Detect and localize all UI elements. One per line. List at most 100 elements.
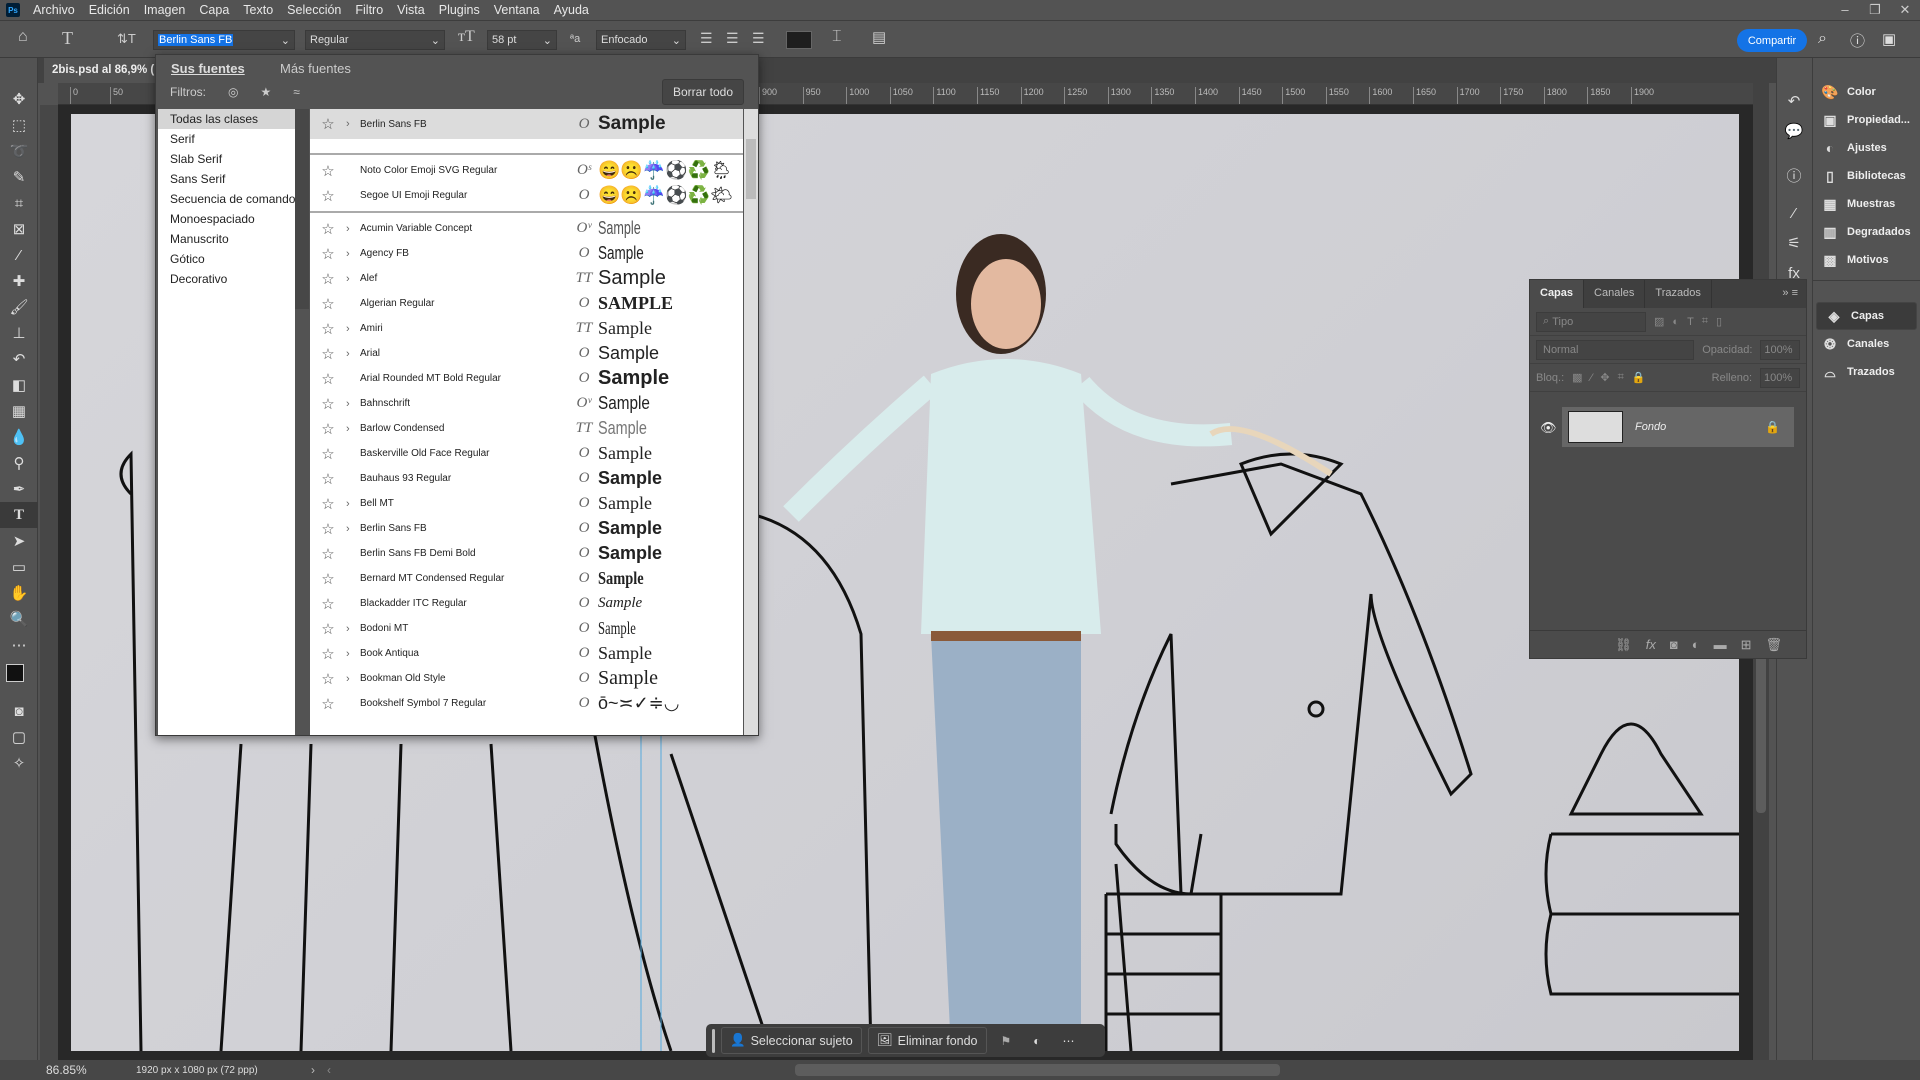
font-class-item[interactable]: Manuscrito	[158, 229, 295, 249]
font-class-item[interactable]: Todas las clases	[158, 109, 295, 129]
menu-ayuda[interactable]: Ayuda	[547, 3, 596, 17]
character-panel-icon[interactable]: ▤	[872, 28, 886, 46]
font-class-item[interactable]: Secuencia de comandos	[158, 189, 295, 209]
menu-imagen[interactable]: Imagen	[137, 3, 193, 17]
new-layer-icon[interactable]: ⊞	[1741, 637, 1752, 653]
favorite-star-icon[interactable]: ☆	[310, 595, 346, 613]
font-list-item[interactable]: ☆ › Bahnschrift Oᵛ Sample	[310, 391, 743, 416]
eraser-icon[interactable]: ◧	[0, 372, 38, 398]
favorite-star-icon[interactable]: ☆	[310, 420, 346, 438]
link-layers-icon[interactable]: ⛓	[1615, 637, 1632, 653]
share-button[interactable]: Compartir	[1737, 29, 1807, 52]
generative-icon[interactable]: ✧	[0, 750, 38, 776]
info-icon[interactable]: ⓘ	[1777, 160, 1811, 190]
font-list-item[interactable]: ☆ Bauhaus 93 Regular O Sample	[310, 466, 743, 491]
font-class-item[interactable]: Decorativo	[158, 269, 295, 289]
font-size-field[interactable]: 58 pt ⌄	[487, 30, 557, 50]
font-class-item[interactable]: Serif	[158, 129, 295, 149]
font-list-item[interactable]: ☆ Berlin Sans FB Demi Bold O Sample	[310, 541, 743, 566]
favorite-star-icon[interactable]: ☆	[310, 370, 346, 388]
font-class-item[interactable]: Gótico	[158, 249, 295, 269]
stamp-tool-icon[interactable]: ⊥	[0, 320, 38, 346]
zoom-level[interactable]: 86.85%	[46, 1063, 136, 1077]
opacity-field[interactable]: 100%	[1760, 339, 1800, 360]
expand-chevron-icon[interactable]: ›	[346, 623, 360, 635]
scroll-thumb[interactable]	[1756, 643, 1766, 813]
panel-libraries[interactable]: ▯ Bibliotecas	[1813, 162, 1920, 190]
panel-channels[interactable]: ❂ Canales	[1813, 330, 1920, 358]
mask-icon[interactable]: ⚑	[993, 1034, 1020, 1048]
delete-layer-icon[interactable]: 🗑	[1765, 637, 1782, 653]
antialias-field[interactable]: Enfocado ⌄	[596, 30, 686, 50]
color-swatches-icon[interactable]	[0, 658, 38, 698]
search-icon[interactable]: ⌕	[1818, 30, 1827, 48]
tab-paths[interactable]: Trazados	[1645, 280, 1712, 308]
more-options-icon[interactable]: ⋯	[1055, 1034, 1083, 1048]
zoom-tool-icon[interactable]: 🔍	[0, 606, 38, 632]
favorite-star-icon[interactable]: ☆	[310, 620, 346, 638]
font-list-item[interactable]: ☆ › Barlow Condensed TT Sample	[310, 416, 743, 441]
lock-transparency-icon[interactable]: ▩	[1572, 371, 1582, 384]
favorite-star-icon[interactable]: ☆	[310, 670, 346, 688]
favorite-star-icon[interactable]: ☆	[310, 187, 346, 205]
align-right-icon[interactable]: ☰	[752, 30, 765, 47]
font-list-item[interactable]: ☆ › Bell MT O Sample	[310, 491, 743, 516]
smart-object-filter-icon[interactable]: ▯	[1716, 315, 1722, 328]
fx-icon[interactable]: fx	[1646, 637, 1656, 652]
font-family-field[interactable]: Berlin Sans FB ⌄	[153, 30, 295, 50]
adjust-icon[interactable]: ◐	[1025, 1034, 1048, 1048]
font-list-item[interactable]: ☆ Blackadder ITC Regular O Sample	[310, 591, 743, 616]
expand-chevron-icon[interactable]: ›	[346, 223, 360, 235]
font-list-item[interactable]: ☆ › Acumin Variable Concept Oᵛ Sample	[310, 216, 743, 241]
panel-gradients[interactable]: ▥ Degradados	[1813, 218, 1920, 246]
scroll-thumb[interactable]	[746, 139, 756, 199]
remove-background-button[interactable]: 🖼 Eliminar fondo	[867, 1027, 987, 1054]
font-list-item[interactable]: ☆ › Berlin Sans FB O Sample	[310, 516, 743, 541]
font-class-item[interactable]: Slab Serif	[158, 149, 295, 169]
lock-all-icon[interactable]: 🔒	[1632, 371, 1646, 384]
favorite-star-icon[interactable]: ☆	[310, 395, 346, 413]
comments-icon[interactable]: 💬	[1777, 116, 1811, 146]
history-icon[interactable]: ↶	[1777, 86, 1811, 116]
quick-selection-icon[interactable]: ✎	[0, 164, 38, 190]
blend-mode-select[interactable]: Normal	[1536, 339, 1695, 360]
visibility-eye-icon[interactable]: 👁	[1540, 420, 1557, 436]
align-left-icon[interactable]: ☰	[700, 30, 713, 47]
menu-capa[interactable]: Capa	[192, 3, 236, 17]
similar-filter-icon[interactable]: ≈	[293, 85, 300, 99]
expand-chevron-icon[interactable]: ›	[346, 273, 360, 285]
scroll-left-icon[interactable]: ‹	[327, 1063, 331, 1077]
chevron-right-icon[interactable]: ›	[311, 1063, 315, 1077]
menu-plugins[interactable]: Plugins	[432, 3, 487, 17]
favorite-star-icon[interactable]: ☆	[310, 695, 346, 713]
lock-position-icon[interactable]: ✥	[1600, 371, 1609, 384]
font-list-item[interactable]: ☆ Noto Color Emoji SVG Regular Oˢ 😄☹️☔⚽♻️🌦	[310, 158, 743, 183]
panel-swatches[interactable]: ▦ Muestras	[1813, 190, 1920, 218]
menu-vista[interactable]: Vista	[390, 3, 432, 17]
font-list-item[interactable]: ☆ › Bodoni MT O Sample	[310, 616, 743, 641]
path-selection-icon[interactable]: ➤	[0, 528, 38, 554]
pixel-filter-icon[interactable]: ▨	[1654, 315, 1664, 328]
expand-chevron-icon[interactable]: ›	[346, 118, 360, 130]
panel-color[interactable]: 🎨 Color	[1813, 78, 1920, 106]
layer-name[interactable]: Fondo	[1635, 421, 1666, 433]
align-center-icon[interactable]: ☰	[726, 30, 739, 47]
font-class-item[interactable]: Sans Serif	[158, 169, 295, 189]
tab-channels[interactable]: Canales	[1584, 280, 1646, 308]
healing-brush-icon[interactable]: ✚	[0, 268, 38, 294]
favorite-star-icon[interactable]: ☆	[310, 295, 346, 313]
lasso-tool-icon[interactable]: ➰	[0, 138, 38, 164]
close-icon[interactable]: ✕	[1890, 0, 1920, 21]
panel-menu-icon[interactable]: » ≡	[1774, 280, 1806, 308]
text-orientation-icon[interactable]: ⇅T	[117, 31, 136, 47]
text-color-swatch[interactable]	[786, 31, 812, 49]
expand-chevron-icon[interactable]: ›	[346, 523, 360, 535]
creative-cloud-filter-icon[interactable]: ◎	[228, 85, 238, 99]
font-list-item[interactable]: ☆ › Alef TT Sample	[310, 266, 743, 291]
favorite-star-icon[interactable]: ☆	[310, 445, 346, 463]
tab-layers[interactable]: Capas	[1530, 280, 1585, 308]
favorite-star-icon[interactable]: ☆	[310, 545, 346, 563]
crop-tool-icon[interactable]: ⌗	[0, 190, 38, 216]
menu-edicion[interactable]: Edición	[82, 3, 137, 17]
hand-tool-icon[interactable]: ✋	[0, 580, 38, 606]
